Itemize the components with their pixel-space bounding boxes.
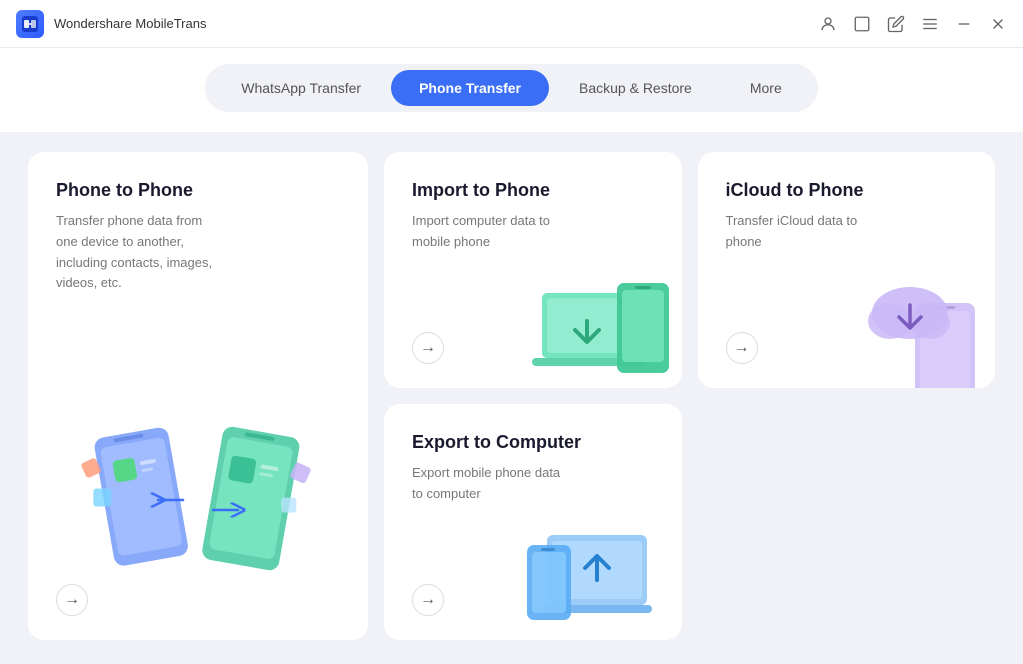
tab-backup[interactable]: Backup & Restore <box>551 70 720 106</box>
export-to-computer-desc: Export mobile phone data to computer <box>412 463 572 505</box>
title-bar-left: Wondershare MobileTrans <box>16 10 206 38</box>
app-icon <box>16 10 44 38</box>
export-illustration <box>522 520 672 640</box>
app-title: Wondershare MobileTrans <box>54 16 206 31</box>
window-icon[interactable] <box>853 15 871 33</box>
phone-to-phone-title: Phone to Phone <box>56 180 340 201</box>
window-controls <box>819 15 1007 33</box>
icloud-to-phone-title: iCloud to Phone <box>726 180 968 201</box>
close-icon[interactable] <box>989 15 1007 33</box>
import-illustration <box>532 268 672 378</box>
main-content: Phone to Phone Transfer phone data from … <box>0 132 1023 664</box>
menu-icon[interactable] <box>921 15 939 33</box>
phone-to-phone-illustration <box>78 400 318 580</box>
account-icon[interactable] <box>819 15 837 33</box>
nav-bar: WhatsApp Transfer Phone Transfer Backup … <box>0 48 1023 132</box>
icloud-to-phone-desc: Transfer iCloud data to phone <box>726 211 886 253</box>
nav-pill-wrapper: WhatsApp Transfer Phone Transfer Backup … <box>205 64 818 112</box>
import-to-phone-arrow[interactable]: → <box>412 332 444 364</box>
icloud-illustration <box>845 258 985 378</box>
export-to-computer-arrow[interactable]: → <box>412 584 444 616</box>
edit-icon[interactable] <box>887 15 905 33</box>
import-to-phone-title: Import to Phone <box>412 180 654 201</box>
tab-phone[interactable]: Phone Transfer <box>391 70 549 106</box>
card-phone-to-phone[interactable]: Phone to Phone Transfer phone data from … <box>28 152 368 640</box>
phone-to-phone-desc: Transfer phone data from one device to a… <box>56 211 216 294</box>
title-bar: Wondershare MobileTrans <box>0 0 1023 48</box>
minimize-icon[interactable] <box>955 15 973 33</box>
export-to-computer-title: Export to Computer <box>412 432 654 453</box>
icloud-to-phone-arrow[interactable]: → <box>726 332 758 364</box>
tab-more[interactable]: More <box>722 70 810 106</box>
tab-whatsapp[interactable]: WhatsApp Transfer <box>213 70 389 106</box>
card-icloud-to-phone[interactable]: iCloud to Phone Transfer iCloud data to … <box>698 152 996 388</box>
phone-to-phone-arrow[interactable]: → <box>56 584 88 616</box>
import-to-phone-desc: Import computer data to mobile phone <box>412 211 572 253</box>
card-export-to-computer[interactable]: Export to Computer Export mobile phone d… <box>384 404 682 640</box>
card-import-to-phone[interactable]: Import to Phone Import computer data to … <box>384 152 682 388</box>
